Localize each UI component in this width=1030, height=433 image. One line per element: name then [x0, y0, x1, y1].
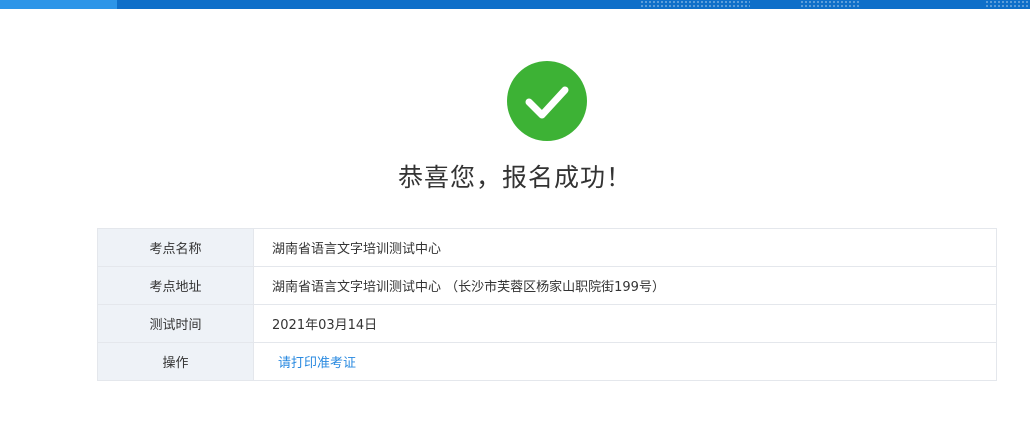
- table-row: 测试时间 2021年03月14日: [97, 304, 997, 343]
- row-value: 湖南省语言文字培训测试中心 （长沙市芙蓉区杨家山职院街199号）: [253, 266, 997, 305]
- row-label: 考点名称: [97, 228, 254, 267]
- header-pattern: [985, 0, 1030, 9]
- row-label: 测试时间: [97, 304, 254, 343]
- header-pattern: [800, 0, 860, 9]
- header-accent-strip: [0, 0, 117, 9]
- table-row: 操作 请打印准考证: [97, 342, 997, 381]
- check-circle-icon: [507, 61, 587, 141]
- top-header-bar: [0, 0, 1030, 9]
- table-row: 考点名称 湖南省语言文字培训测试中心: [97, 228, 997, 267]
- row-label: 考点地址: [97, 266, 254, 305]
- checkmark-icon: [525, 86, 569, 119]
- table-row: 考点地址 湖南省语言文字培训测试中心 （长沙市芙蓉区杨家山职院街199号）: [97, 266, 997, 305]
- header-pattern: [640, 0, 750, 9]
- print-admission-ticket-link[interactable]: 请打印准考证: [272, 356, 356, 371]
- row-value: 湖南省语言文字培训测试中心: [253, 228, 997, 267]
- action-cell: 请打印准考证: [253, 342, 997, 381]
- success-headline: 恭喜您，报名成功！: [397, 163, 632, 192]
- row-value: 2021年03月14日: [253, 304, 997, 343]
- row-label: 操作: [97, 342, 254, 381]
- registration-details-table: 考点名称 湖南省语言文字培训测试中心 考点地址 湖南省语言文字培训测试中心 （长…: [97, 228, 997, 381]
